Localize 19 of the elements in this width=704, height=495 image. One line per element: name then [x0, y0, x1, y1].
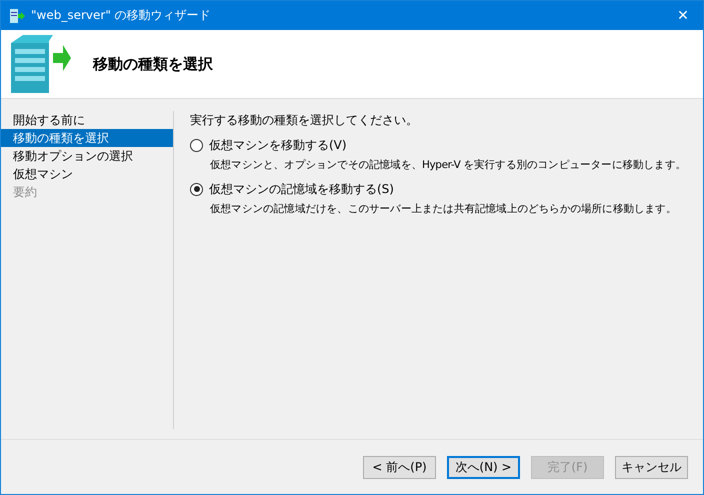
- wizard-button[interactable]: キャンセル: [615, 456, 688, 478]
- step-item[interactable]: 開始する前に: [1, 111, 173, 129]
- page-heading: 移動の種類を選択: [93, 54, 213, 74]
- close-button[interactable]: ✕: [663, 1, 703, 30]
- server-arrow-icon: [9, 33, 71, 95]
- step-item[interactable]: 移動オプションの選択: [1, 147, 173, 165]
- server-icon: [9, 8, 25, 24]
- option-description: 仮想マシンと、オプションでその記憶域を、Hyper-V を実行する別のコンピューターに移動します。: [209, 158, 687, 173]
- radio-button[interactable]: [190, 138, 203, 152]
- wizard-button[interactable]: < 前へ(P): [363, 456, 436, 478]
- step-item[interactable]: 移動の種類を選択: [1, 129, 173, 147]
- radio-button[interactable]: [190, 182, 203, 196]
- option-label[interactable]: 仮想マシンの記憶域を移動する(S): [209, 180, 394, 198]
- option-label[interactable]: 仮想マシンを移動する(V): [209, 136, 347, 154]
- step-item[interactable]: 仮想マシン: [1, 165, 173, 183]
- instruction-text: 実行する移動の種類を選択してください。: [190, 112, 419, 129]
- window-title: "web_server" の移動ウィザード: [31, 7, 212, 24]
- wizard-button[interactable]: 次へ(N) >: [447, 456, 520, 478]
- option-description: 仮想マシンの記憶域だけを、このサーバー上または共有記憶域上のどちらかの場所に移動します。: [209, 202, 678, 217]
